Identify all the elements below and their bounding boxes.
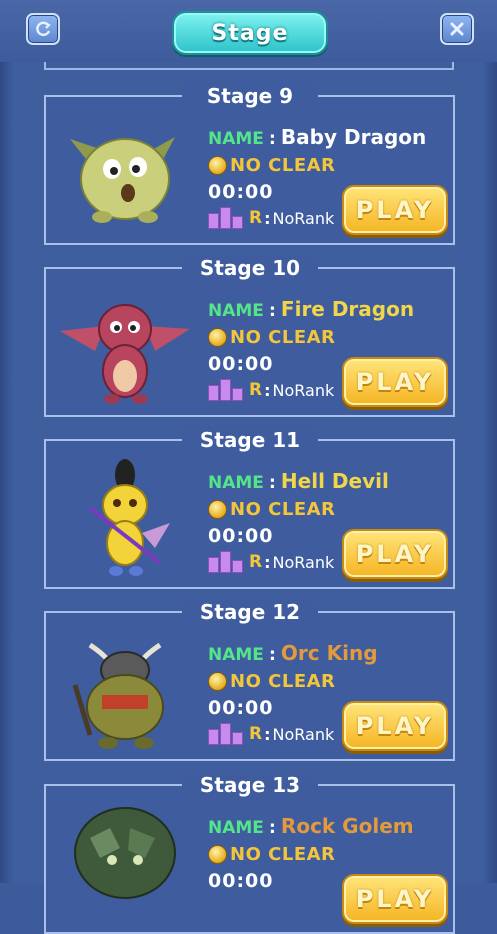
top-bar: Stage <box>0 0 497 62</box>
clear-status: NO CLEAR <box>208 671 335 692</box>
name-row: NAME : Orc King <box>208 641 378 665</box>
stage-card: Stage 13 NAME : Rock Golem NO CLEAR 00:0… <box>44 770 455 934</box>
name-colon: : <box>269 818 276 838</box>
name-row: NAME : Rock Golem <box>208 814 414 838</box>
rank-colon: : <box>264 208 271 228</box>
monster-name: Orc King <box>280 641 378 665</box>
name-colon: : <box>269 301 276 321</box>
clear-status-text: NO CLEAR <box>230 499 336 520</box>
play-button[interactable]: PLAY <box>342 874 448 924</box>
coin-icon <box>208 328 227 347</box>
clear-status-text: NO CLEAR <box>230 155 336 176</box>
name-row: NAME : Baby Dragon <box>208 125 426 149</box>
coin-icon <box>208 845 227 864</box>
stage-card: Stage 9 NAME : Baby Dragon NO CLEAR 00:0… <box>44 81 455 245</box>
rank-key: R <box>249 208 263 228</box>
name-colon: : <box>269 129 276 149</box>
monster-name: Rock Golem <box>280 814 414 838</box>
close-icon <box>450 22 464 36</box>
play-button[interactable]: PLAY <box>342 529 448 579</box>
stage-label: Stage 13 <box>182 770 318 800</box>
clear-time: 00:00 <box>208 870 274 892</box>
play-button-label: PLAY <box>355 196 435 224</box>
hell-devil-image <box>88 459 170 576</box>
rank-row: R : NoRank <box>208 379 334 401</box>
coin-icon <box>208 672 227 691</box>
rank-row: R : NoRank <box>208 207 334 229</box>
stage-label: Stage 11 <box>182 425 318 455</box>
play-button-label: PLAY <box>355 540 435 568</box>
clear-time: 00:00 <box>208 181 274 203</box>
clear-status: NO CLEAR <box>208 844 335 865</box>
coin-icon <box>208 156 227 175</box>
close-button[interactable] <box>440 13 474 45</box>
name-row: NAME : Hell Devil <box>208 469 389 493</box>
stage-card: Stage 12 NAME : Orc King NO CLEAR 00:00 … <box>44 597 455 761</box>
rank-colon: : <box>264 552 271 572</box>
name-row: NAME : Fire Dragon <box>208 297 414 321</box>
play-button[interactable]: PLAY <box>342 701 448 751</box>
name-key: NAME <box>208 473 264 493</box>
play-button-label: PLAY <box>355 885 435 913</box>
clear-status: NO CLEAR <box>208 155 335 176</box>
clear-status: NO CLEAR <box>208 499 335 520</box>
fire-dragon-image <box>60 304 190 404</box>
monster-name: Fire Dragon <box>280 297 415 321</box>
stage-card: Stage 10 NAME : Fire Dragon NO CLEAR 00:… <box>44 253 455 417</box>
refresh-button[interactable] <box>26 13 60 45</box>
clear-time: 00:00 <box>208 353 274 375</box>
name-key: NAME <box>208 129 264 149</box>
baby-dragon-image <box>70 137 175 223</box>
rank-value: NoRank <box>272 208 335 228</box>
title-banner: Stage <box>172 11 328 55</box>
name-colon: : <box>269 645 276 665</box>
name-colon: : <box>269 473 276 493</box>
rank-podium-icon <box>208 551 244 573</box>
clear-status-text: NO CLEAR <box>230 327 336 348</box>
rank-value: NoRank <box>272 380 335 400</box>
rank-colon: : <box>264 380 271 400</box>
rank-key: R <box>249 724 263 744</box>
rank-value: NoRank <box>272 724 335 744</box>
rank-podium-icon <box>208 723 244 745</box>
rank-colon: : <box>264 724 271 744</box>
coin-icon <box>208 500 227 519</box>
name-key: NAME <box>208 818 264 838</box>
rank-key: R <box>249 380 263 400</box>
monster-name: Hell Devil <box>280 469 389 493</box>
monster-name: Baby Dragon <box>280 125 427 149</box>
clear-time: 00:00 <box>208 697 274 719</box>
orc-king-image <box>72 642 164 749</box>
rock-golem-image <box>74 807 176 899</box>
stage-label: Stage 10 <box>182 253 318 283</box>
play-button-label: PLAY <box>355 368 435 396</box>
play-button[interactable]: PLAY <box>342 185 448 235</box>
stage-label: Stage 12 <box>182 597 318 627</box>
rank-row: R : NoRank <box>208 723 334 745</box>
rank-podium-icon <box>208 379 244 401</box>
name-key: NAME <box>208 645 264 665</box>
stage-card: Stage 11 NAME : Hell Devil NO CLEAR 00:0… <box>44 425 455 589</box>
stage-label: Stage 9 <box>182 81 318 111</box>
rank-value: NoRank <box>272 552 335 572</box>
play-button[interactable]: PLAY <box>342 357 448 407</box>
play-button-label: PLAY <box>355 712 435 740</box>
previous-card-edge <box>44 62 454 70</box>
clear-status-text: NO CLEAR <box>230 844 336 865</box>
name-key: NAME <box>208 301 264 321</box>
rank-row: R : NoRank <box>208 551 334 573</box>
clear-status: NO CLEAR <box>208 327 335 348</box>
refresh-icon <box>36 21 51 37</box>
rank-key: R <box>249 552 263 572</box>
page-title: Stage <box>211 20 289 46</box>
clear-time: 00:00 <box>208 525 274 547</box>
rank-podium-icon <box>208 207 244 229</box>
clear-status-text: NO CLEAR <box>230 671 336 692</box>
